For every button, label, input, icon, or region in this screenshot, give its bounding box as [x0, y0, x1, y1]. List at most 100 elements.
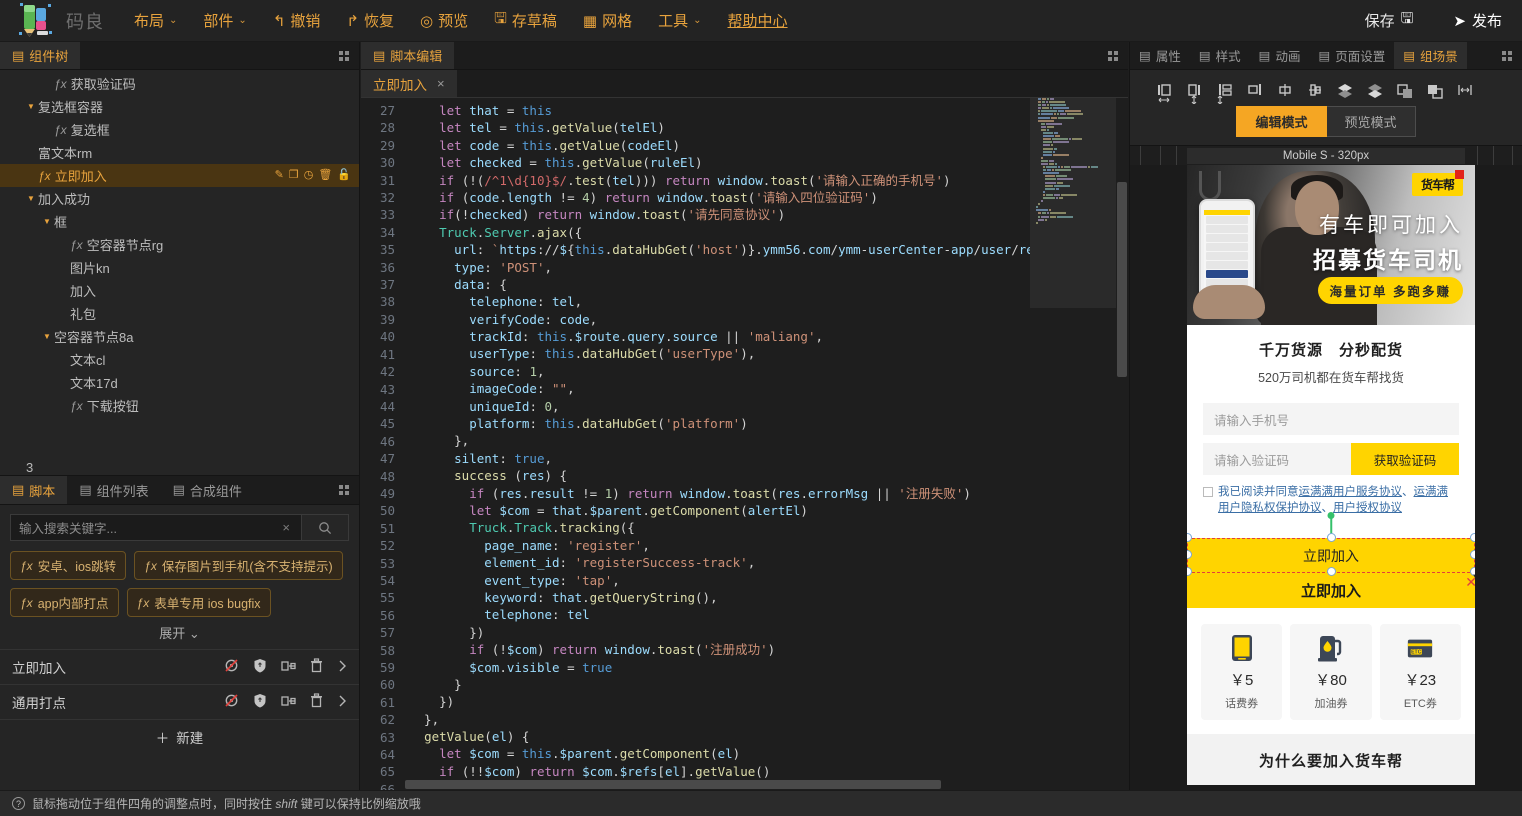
tab-script-editor[interactable]: ▤ 脚本编辑 [361, 42, 454, 69]
code-content[interactable]: let that = this let tel = this.getValue(… [405, 98, 1128, 790]
save-button[interactable]: 保存 🖫 [1345, 0, 1434, 42]
ungroup-icon[interactable] [1422, 78, 1448, 108]
preview-mode-button[interactable]: 预览模式 [1327, 106, 1416, 137]
tab-component-tree[interactable]: ▤ 组件树 [0, 42, 80, 69]
search-button[interactable] [301, 514, 349, 541]
hero-banner[interactable]: 货车帮 有车即可加入 招募货车司机 海量订单 多跑多赚 [1187, 165, 1475, 325]
menu-item-preview[interactable]: ◎ 预览 [408, 4, 480, 37]
menu-item-tools[interactable]: 工具 ⌄ [646, 4, 713, 37]
tree-node[interactable]: ▼加入成功 [0, 187, 359, 210]
panel-menu-icon[interactable] [339, 485, 349, 495]
resize-handle-top-right[interactable] [1470, 533, 1475, 542]
script-template-chip[interactable]: ƒx保存图片到手机(含不支持提示) [134, 551, 343, 580]
agreement-link-authorization[interactable]: 用户授权协议 [1333, 502, 1402, 514]
agreement-checkbox[interactable] [1203, 487, 1213, 497]
tree-node[interactable]: 礼包 [0, 302, 359, 325]
expand-toggle[interactable]: 展开 ⌄ [0, 617, 359, 650]
script-template-chip[interactable]: ƒx表单专用 ios bugfix [127, 588, 271, 617]
tab-animation[interactable]: ▤ 动画 [1250, 42, 1310, 69]
menu-item-grid[interactable]: ▦ 网格 [571, 4, 644, 37]
script-row[interactable]: 通用打点 [0, 685, 359, 720]
resize-handle-top-center[interactable] [1327, 533, 1336, 542]
tab-page-settings[interactable]: ▤ 页面设置 [1309, 42, 1394, 69]
tree-node[interactable]: ▼框 [0, 210, 359, 233]
code-input[interactable]: 请输入验证码 [1203, 450, 1351, 469]
script-template-chip[interactable]: ƒxapp内部打点 [10, 588, 119, 617]
get-code-button[interactable]: 获取验证码 [1351, 443, 1459, 475]
mobile-preview[interactable]: 货车帮 有车即可加入 招募货车司机 海量订单 多跑多赚 千万货源 分秒配货 52… [1187, 165, 1475, 785]
resize-handle-bottom-center[interactable] [1327, 567, 1336, 576]
tree-node[interactable]: 图片kn [0, 256, 359, 279]
join-now-button[interactable]: 立即加入 [1187, 573, 1475, 608]
tab-composite-component[interactable]: ▤ 合成组件 [161, 476, 254, 504]
script-template-chip[interactable]: ƒx安卓、ios跳转 [10, 551, 126, 580]
align-right-icon[interactable] [1182, 78, 1208, 108]
close-icon[interactable]: ✕ [1465, 574, 1475, 591]
clock-icon[interactable]: ◷ [304, 170, 314, 181]
tree-node[interactable]: 文本17d [0, 371, 359, 394]
menu-item-help-center[interactable]: 帮助中心 [716, 4, 800, 37]
clone-icon[interactable] [281, 694, 296, 711]
app-logo[interactable] [0, 0, 72, 42]
edit-mode-button[interactable]: 编辑模式 [1236, 106, 1326, 137]
chevron-right-icon[interactable] [337, 659, 347, 676]
code-area[interactable]: 2728293031323334353637383940414243444546… [361, 98, 1128, 790]
menu-item-redo[interactable]: ↱ 恢复 [334, 4, 406, 37]
file-tab-join-now[interactable]: 立即加入 × [361, 70, 457, 97]
trash-icon[interactable] [310, 693, 323, 711]
disabled-target-icon[interactable] [224, 693, 239, 711]
editor-vertical-scrollbar[interactable] [1116, 98, 1128, 790]
chevron-down-icon[interactable]: ▼ [40, 332, 54, 341]
align-left-icon[interactable] [1152, 78, 1178, 108]
trash-icon[interactable] [310, 658, 323, 676]
delete-icon[interactable]: 🗑 [318, 170, 332, 181]
coupon-card[interactable]: ETC￥23ETC券 [1380, 624, 1461, 720]
clone-icon[interactable] [281, 659, 296, 676]
chevron-down-icon[interactable]: ▼ [40, 217, 54, 226]
tree-node[interactable]: ƒx立即加入✎❐◷🗑🔓 [0, 164, 359, 187]
edit-icon[interactable]: ✎ [275, 170, 284, 181]
menu-item-save-draft[interactable]: 🖫 存草稿 [482, 2, 569, 39]
distribute-icon[interactable] [1452, 78, 1478, 108]
align-center-h-icon[interactable] [1272, 78, 1298, 108]
tab-style[interactable]: ▤ 样式 [1190, 42, 1250, 69]
chevron-down-icon[interactable]: ▼ [24, 102, 38, 111]
copy-icon[interactable]: ❐ [289, 170, 299, 181]
tab-script[interactable]: ▤ 脚本 [0, 476, 67, 504]
tab-component-list[interactable]: ▤ 组件列表 [67, 476, 160, 504]
publish-button[interactable]: ➤ 发布 [1433, 0, 1522, 42]
panel-menu-icon[interactable] [1502, 51, 1512, 61]
coupon-card[interactable]: ￥5话费券 [1201, 624, 1282, 720]
tree-node[interactable]: 文本cl [0, 348, 359, 371]
coupon-card[interactable]: ￥80加油券 [1290, 624, 1371, 720]
agreement-link-service[interactable]: 运满满用户服务协议 [1299, 486, 1403, 498]
tree-node[interactable]: ▼空容器节点8a [0, 325, 359, 348]
shield-icon[interactable] [253, 693, 267, 711]
component-tree[interactable]: ƒx获取验证码▼复选框容器ƒx复选框富文本rmƒx立即加入✎❐◷🗑🔓▼加入成功▼… [0, 70, 359, 458]
rotation-handle[interactable] [1328, 512, 1335, 519]
new-script-button[interactable]: ＋新建 [0, 720, 359, 754]
scrollbar-thumb[interactable] [405, 780, 941, 789]
tree-node[interactable]: ƒx复选框 [0, 118, 359, 141]
menu-item-layout[interactable]: 布局 ⌄ [122, 4, 189, 37]
tree-node[interactable]: ▼复选框容器 [0, 95, 359, 118]
menu-item-components[interactable]: 部件 ⌄ [191, 4, 258, 37]
tab-properties[interactable]: ▤ 属性 [1130, 42, 1190, 69]
menu-item-undo[interactable]: ↰ 撤销 [261, 4, 333, 37]
lock-icon[interactable]: 🔓 [337, 170, 351, 181]
panel-menu-icon[interactable] [339, 51, 349, 61]
script-row[interactable]: 立即加入 [0, 650, 359, 685]
close-icon[interactable]: × [437, 76, 445, 91]
tree-node[interactable]: ƒx获取验证码 [0, 72, 359, 95]
editor-horizontal-scrollbar[interactable] [405, 779, 1028, 790]
chevron-down-icon[interactable]: ▼ [24, 194, 38, 203]
disabled-target-icon[interactable] [224, 658, 239, 676]
align-top-icon[interactable] [1212, 78, 1238, 108]
send-back-icon[interactable] [1362, 78, 1388, 108]
chevron-right-icon[interactable] [337, 694, 347, 711]
resize-handle-middle-right[interactable] [1470, 550, 1475, 559]
align-center-v-icon[interactable] [1302, 78, 1328, 108]
shield-icon[interactable] [253, 658, 267, 676]
phone-input[interactable]: 请输入手机号 [1203, 403, 1459, 435]
tree-node[interactable]: ƒx下载按钮 [0, 394, 359, 417]
